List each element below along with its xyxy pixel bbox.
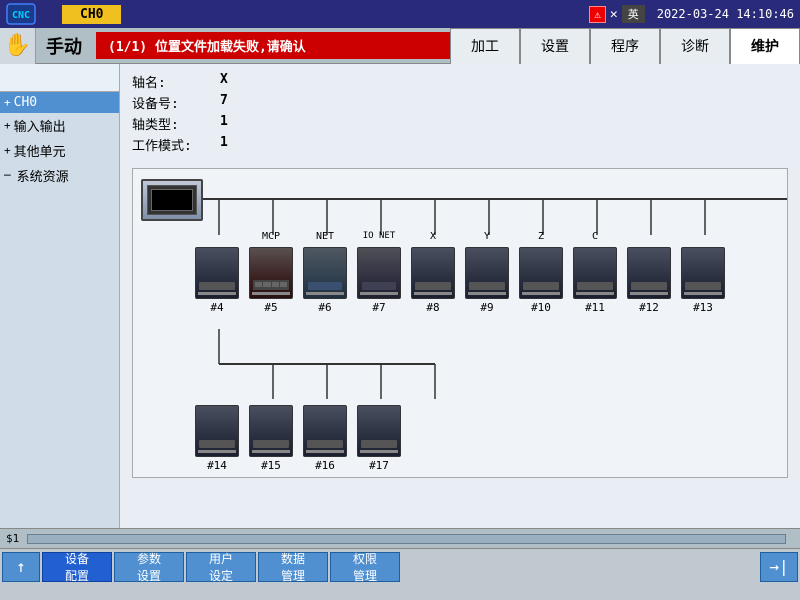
expand-icon: + — [4, 119, 11, 132]
bottom-bar: ↑ 设备 配置 参数 设置 用户 设定 数据 管理 权限 管理 →| — [0, 548, 800, 584]
tab-machining[interactable]: 加工 — [450, 28, 520, 64]
mode-icon: ✋ — [0, 28, 36, 64]
expand-icon: + — [4, 96, 11, 109]
device-10[interactable]: Z #10 — [519, 231, 563, 314]
axis-name-label: 轴名: — [132, 72, 212, 91]
device-15[interactable]: #15 — [249, 389, 293, 472]
nav-right-button[interactable]: →| — [760, 552, 798, 582]
work-mode-value: 1 — [220, 135, 250, 154]
sidebar-search[interactable] — [0, 64, 119, 92]
sidebar-item-label: 系统资源 — [17, 166, 69, 185]
device-5[interactable]: MCP #5 — [249, 231, 293, 314]
top-bar: CNC CH0 ⚠ ✕ 英 2022-03-24 14:10:46 — [0, 0, 800, 28]
device-4[interactable]: #4 — [195, 231, 239, 314]
sidebar-item-io[interactable]: + 输入输出 — [0, 113, 119, 138]
device-16[interactable]: #16 — [303, 389, 347, 472]
main-controller — [141, 179, 203, 221]
close-button[interactable]: ✕ — [610, 7, 618, 22]
expand-icon: + — [4, 144, 11, 157]
sidebar-item-sysres[interactable]: ─ 系统资源 — [0, 163, 119, 188]
device-17[interactable]: #17 — [357, 389, 401, 472]
sidebar: + CH0 + 输入输出 + 其他单元 ─ 系统资源 — [0, 64, 120, 528]
bottom-tab-device-config[interactable]: 设备 配置 — [42, 552, 112, 582]
tab-diagnostics[interactable]: 诊断 — [660, 28, 730, 64]
status-label: $1 — [6, 532, 19, 545]
logo: CNC — [0, 0, 42, 28]
sidebar-item-ch0[interactable]: + CH0 — [0, 92, 119, 113]
device-9[interactable]: Y #9 — [465, 231, 509, 314]
sidebar-item-label: 输入输出 — [14, 116, 66, 135]
device-12[interactable]: #12 — [627, 231, 671, 314]
content-area: 轴名: X 设备号: 7 轴类型: 1 工作模式: 1 — [120, 64, 800, 528]
language-selector[interactable]: 英 — [622, 5, 645, 23]
work-mode-label: 工作模式: — [132, 135, 212, 154]
device-no-value: 7 — [220, 93, 250, 112]
axis-type-value: 1 — [220, 114, 250, 133]
info-section: 轴名: X 设备号: 7 轴类型: 1 工作模式: 1 — [132, 72, 788, 154]
ch0-badge[interactable]: CH0 — [62, 5, 121, 24]
axis-name-value: X — [220, 72, 250, 91]
sidebar-item-label: CH0 — [14, 95, 37, 110]
sidebar-item-other[interactable]: + 其他单元 — [0, 138, 119, 163]
alarm-indicator: ⚠ — [589, 6, 606, 23]
sidebar-item-label: 其他单元 — [14, 141, 66, 160]
tab-settings[interactable]: 设置 — [520, 28, 590, 64]
device-row-2: #14 #15 — [195, 389, 401, 472]
device-row-1: #4 MCP #5 — [195, 231, 725, 314]
bottom-tab-user-settings[interactable]: 用户 设定 — [186, 552, 256, 582]
device-14[interactable]: #14 — [195, 389, 239, 472]
tab-program[interactable]: 程序 — [590, 28, 660, 64]
alert-message: (1/1) 位置文件加载失败,请确认 — [96, 32, 450, 59]
bottom-tab-permissions[interactable]: 权限 管理 — [330, 552, 400, 582]
top-bar-icons: ⚠ ✕ 英 2022-03-24 14:10:46 — [589, 5, 800, 23]
device-8[interactable]: X #8 — [411, 231, 455, 314]
nav-up-button[interactable]: ↑ — [2, 552, 40, 582]
device-6[interactable]: NET #6 — [303, 231, 347, 314]
device-11[interactable]: C #11 — [573, 231, 617, 314]
svg-text:CNC: CNC — [12, 10, 30, 21]
device-13[interactable]: #13 — [681, 231, 725, 314]
datetime-display: 2022-03-24 14:10:46 — [657, 7, 794, 21]
status-bar: $1 — [0, 528, 800, 548]
axis-type-label: 轴类型: — [132, 114, 212, 133]
device-7[interactable]: IO NET #7 — [357, 231, 401, 314]
main-layout: + CH0 + 输入输出 + 其他单元 ─ 系统资源 轴名: X 设备号: 7 … — [0, 64, 800, 528]
mode-label: 手动 — [36, 33, 92, 59]
nav-tabs: 加工 设置 程序 诊断 维护 — [450, 28, 800, 64]
diagram-area: #4 MCP #5 — [132, 168, 788, 478]
bottom-tab-data-management[interactable]: 数据 管理 — [258, 552, 328, 582]
device-no-label: 设备号: — [132, 93, 212, 112]
bottom-tab-param-settings[interactable]: 参数 设置 — [114, 552, 184, 582]
mode-bar: ✋ 手动 (1/1) 位置文件加载失败,请确认 加工 设置 程序 诊断 维护 — [0, 28, 800, 64]
dash-icon: ─ — [4, 169, 11, 182]
tab-maintenance[interactable]: 维护 — [730, 28, 800, 64]
